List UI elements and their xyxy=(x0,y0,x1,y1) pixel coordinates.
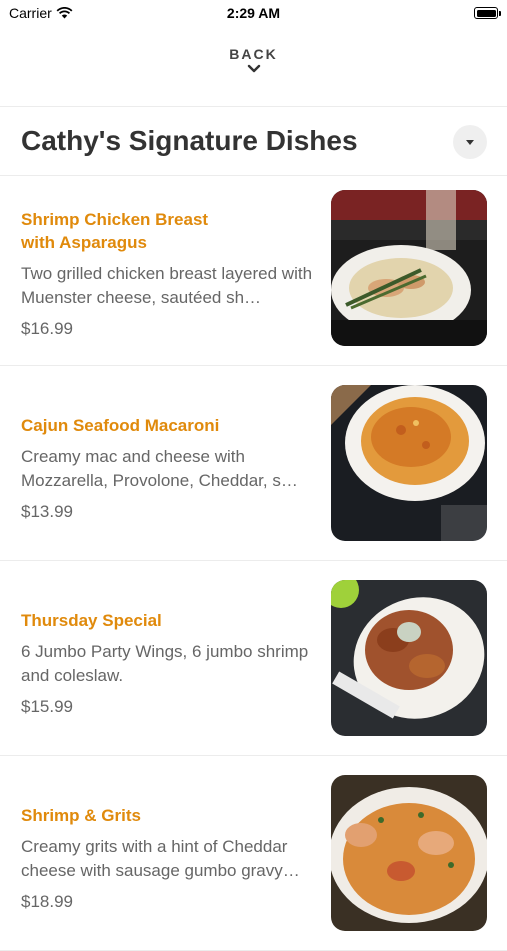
clock-time: 2:29 AM xyxy=(226,5,281,21)
wings-photo xyxy=(331,580,487,736)
menu-item-description: Creamy mac and cheese with Mozzarella, P… xyxy=(21,447,298,490)
menu-item-price: $18.99 xyxy=(21,892,73,911)
menu-item-price: $13.99 xyxy=(21,502,73,521)
back-label: BACK xyxy=(229,46,278,62)
menu-item[interactable]: Shrimp Chicken Breast with Asparagus Two… xyxy=(0,171,507,366)
shrimp-grits-photo xyxy=(331,775,487,931)
menu-item-description: Two grilled chicken breast layered with … xyxy=(21,264,313,307)
menu-item-name: Shrimp & Grits xyxy=(21,806,141,825)
battery-icon xyxy=(474,7,501,19)
menu-item-price: $16.99 xyxy=(21,319,73,338)
divider xyxy=(0,106,507,107)
menu-item-text: Shrimp Chicken Breast with Asparagus Two… xyxy=(21,208,316,339)
section-collapse-button[interactable] xyxy=(453,125,487,159)
caret-down-icon xyxy=(466,139,474,145)
menu-item-text: Thursday Special 6 Jumbo Party Wings, 6 … xyxy=(21,609,316,717)
menu-item[interactable]: Cajun Seafood Macaroni Creamy mac and ch… xyxy=(0,366,507,561)
section-header[interactable]: Cathy's Signature Dishes xyxy=(0,108,507,176)
menu-item[interactable]: Thursday Special 6 Jumbo Party Wings, 6 … xyxy=(0,561,507,756)
menu-item-text: Shrimp & Grits Creamy grits with a hint … xyxy=(21,804,316,912)
menu-item[interactable]: Shrimp & Grits Creamy grits with a hint … xyxy=(0,756,507,951)
menu-item-description: 6 Jumbo Party Wings, 6 jumbo shrimp and … xyxy=(21,642,309,685)
menu-item-price: $15.99 xyxy=(21,697,73,716)
chevron-down-icon xyxy=(247,64,260,73)
menu-item-name: Cajun Seafood Macaroni xyxy=(21,416,220,435)
status-bar: Carrier 2:29 AM xyxy=(0,0,507,28)
menu-item-description: Creamy grits with a hint of Cheddar chee… xyxy=(21,837,300,880)
section-title: Cathy's Signature Dishes xyxy=(21,125,358,156)
menu-item-name: Shrimp Chicken Breast with Asparagus xyxy=(21,210,209,252)
back-button[interactable]: BACK xyxy=(0,46,507,94)
plated-chicken-photo xyxy=(331,190,487,346)
macaroni-photo xyxy=(331,385,487,541)
menu-item-text: Cajun Seafood Macaroni Creamy mac and ch… xyxy=(21,414,316,522)
menu-item-name: Thursday Special xyxy=(21,611,162,630)
